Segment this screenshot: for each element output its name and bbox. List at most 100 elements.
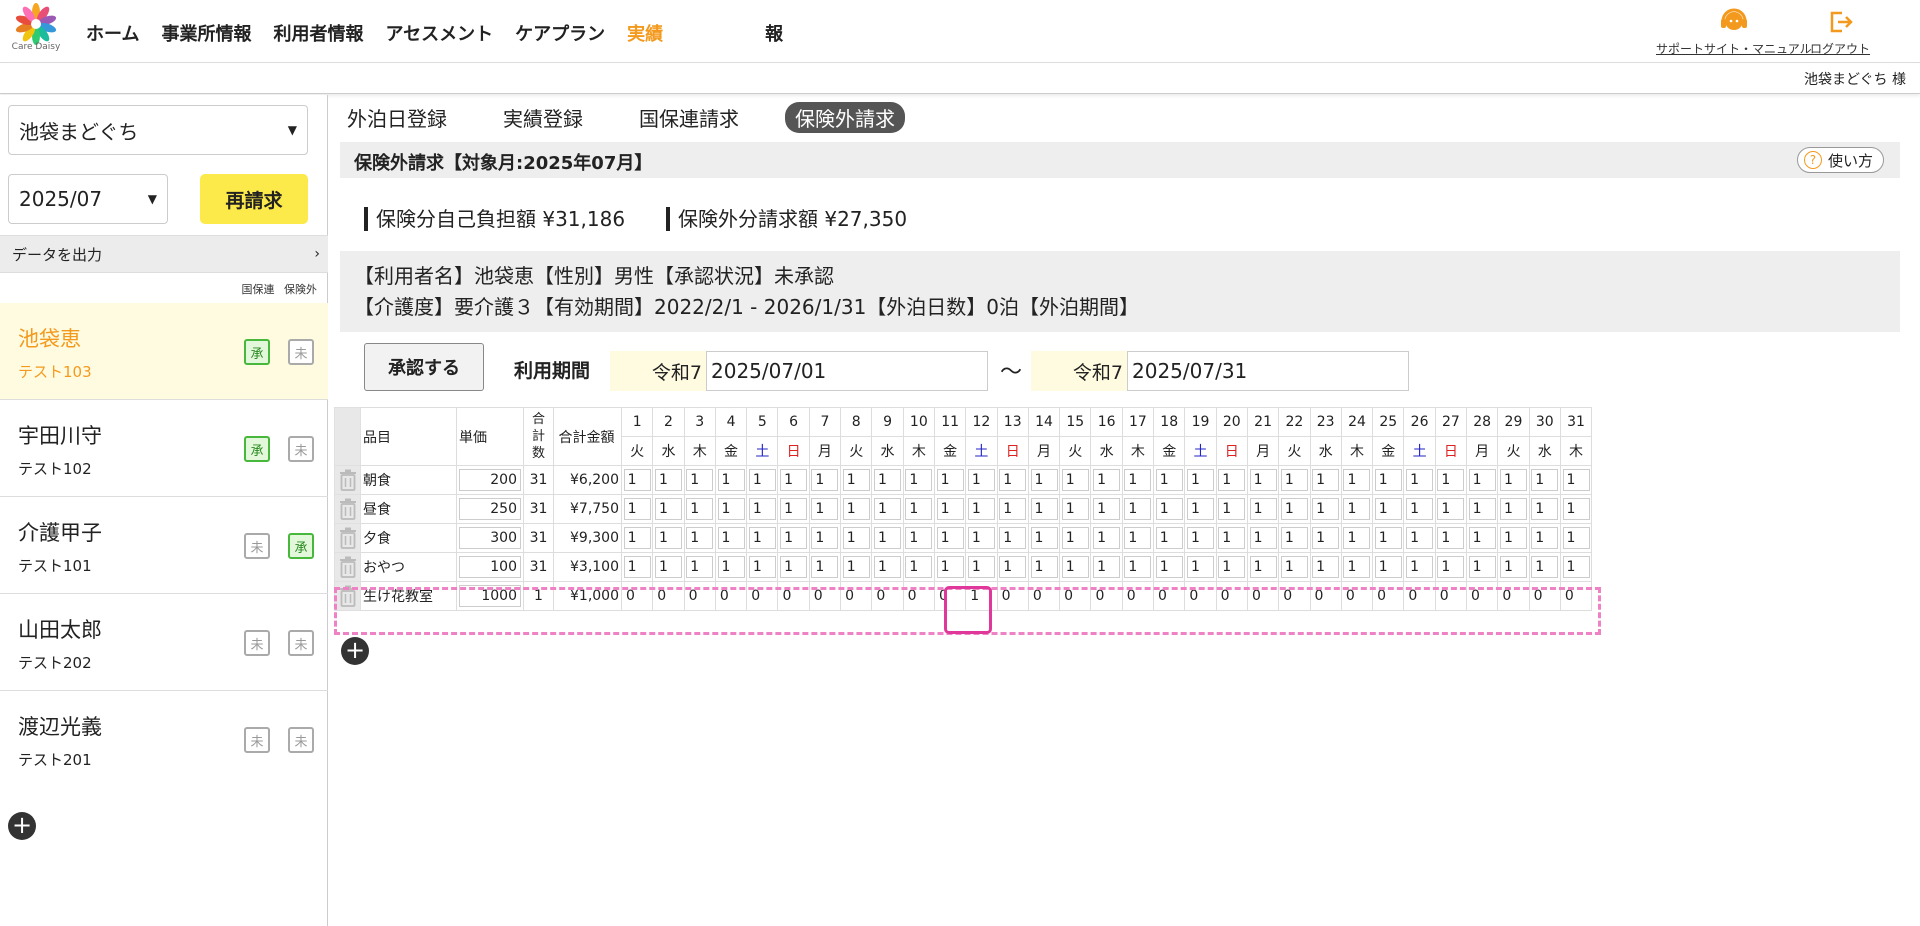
day-value-input[interactable]: 1: [811, 469, 839, 491]
day-cell[interactable]: 1: [1059, 523, 1092, 553]
day-cell[interactable]: 1: [1497, 552, 1530, 582]
day-value-input[interactable]: 1: [1155, 469, 1183, 491]
day-value-input[interactable]: 1: [1280, 527, 1308, 549]
day-cell[interactable]: 1: [1466, 552, 1499, 582]
day-cell[interactable]: 1: [933, 523, 967, 553]
tab-records-register[interactable]: 実績登録: [493, 102, 593, 133]
day-value-input[interactable]: 1: [1218, 556, 1246, 578]
day-value-input[interactable]: 1: [874, 527, 902, 549]
day-cell[interactable]: 1: [1528, 552, 1561, 582]
day-value-input[interactable]: 1: [717, 469, 745, 491]
day-value-input[interactable]: 1: [1249, 527, 1277, 549]
day-value-input[interactable]: 1: [748, 469, 776, 491]
day-cell[interactable]: 0: [1121, 581, 1155, 611]
day-value-input[interactable]: 1: [1343, 498, 1371, 520]
day-value-input[interactable]: 1: [1437, 469, 1465, 491]
day-cell[interactable]: 1: [746, 465, 779, 495]
day-cell[interactable]: 1: [1059, 465, 1092, 495]
day-cell[interactable]: 1: [1027, 465, 1061, 495]
day-cell[interactable]: 0: [1559, 581, 1593, 611]
day-cell[interactable]: 0: [1340, 581, 1374, 611]
day-cell[interactable]: 0: [1090, 581, 1123, 611]
day-value-input[interactable]: 1: [1343, 556, 1371, 578]
day-value-input[interactable]: 1: [1531, 498, 1559, 520]
day-value-input[interactable]: 1: [1093, 527, 1121, 549]
delete-row-cell[interactable]: [334, 523, 361, 553]
day-value-input[interactable]: 1: [748, 498, 776, 520]
day-value-input[interactable]: 1: [623, 556, 651, 578]
day-cell[interactable]: 1: [1466, 465, 1499, 495]
day-cell[interactable]: 1: [620, 552, 654, 582]
day-value-input[interactable]: 1: [1499, 556, 1527, 578]
day-cell[interactable]: 1: [1027, 552, 1061, 582]
day-cell[interactable]: 1: [1340, 494, 1374, 524]
day-value-input[interactable]: 1: [905, 556, 933, 578]
day-cell[interactable]: 1: [1434, 552, 1468, 582]
day-value-input[interactable]: 1: [1280, 556, 1308, 578]
day-cell[interactable]: 0: [1434, 581, 1468, 611]
day-cell[interactable]: 1: [871, 523, 904, 553]
day-cell[interactable]: 1: [1121, 494, 1155, 524]
day-value-input[interactable]: 1: [717, 527, 745, 549]
day-value-input[interactable]: 1: [1030, 469, 1058, 491]
day-cell[interactable]: 1: [1559, 465, 1593, 495]
day-value-input[interactable]: 1: [1030, 527, 1058, 549]
day-cell[interactable]: 1: [808, 523, 842, 553]
day-cell[interactable]: 1: [1434, 494, 1468, 524]
day-cell[interactable]: 1: [683, 552, 716, 582]
day-cell[interactable]: 1: [1372, 494, 1405, 524]
day-value-input[interactable]: 1: [1061, 527, 1089, 549]
day-cell[interactable]: 1: [965, 581, 998, 611]
day-value-input[interactable]: 1: [748, 527, 776, 549]
day-cell[interactable]: 1: [1090, 494, 1123, 524]
unit-price-input[interactable]: 300: [459, 527, 521, 549]
day-cell[interactable]: 1: [1184, 465, 1217, 495]
day-value-input[interactable]: 1: [1406, 527, 1434, 549]
add-person-button[interactable]: +: [8, 812, 36, 840]
day-cell[interactable]: 0: [1246, 581, 1280, 611]
day-value-input[interactable]: 1: [623, 498, 651, 520]
day-value-input[interactable]: 1: [1061, 498, 1089, 520]
day-value-input[interactable]: 1: [1374, 556, 1402, 578]
day-cell[interactable]: 1: [1403, 494, 1436, 524]
day-cell[interactable]: 1: [1246, 552, 1280, 582]
day-value-input[interactable]: 1: [1218, 498, 1246, 520]
day-cell[interactable]: 1: [620, 465, 654, 495]
day-value-input[interactable]: 1: [717, 498, 745, 520]
day-value-input[interactable]: 1: [1249, 556, 1277, 578]
day-value-input[interactable]: 1: [1124, 556, 1152, 578]
day-value-input[interactable]: 1: [1468, 469, 1496, 491]
day-value-input[interactable]: 1: [842, 527, 870, 549]
day-cell[interactable]: 1: [996, 523, 1029, 553]
day-cell[interactable]: 1: [1246, 494, 1280, 524]
reclaim-button[interactable]: 再請求: [200, 174, 308, 224]
day-value-input[interactable]: 1: [1312, 527, 1340, 549]
day-cell[interactable]: 1: [1372, 523, 1405, 553]
day-value-input[interactable]: 1: [686, 527, 714, 549]
day-value-input[interactable]: 1: [842, 556, 870, 578]
day-cell[interactable]: 1: [965, 523, 998, 553]
day-cell[interactable]: 1: [777, 494, 810, 524]
day-value-input[interactable]: 1: [999, 469, 1027, 491]
day-value-input[interactable]: 1: [654, 498, 682, 520]
day-cell[interactable]: 0: [1309, 581, 1342, 611]
day-cell[interactable]: 1: [683, 523, 716, 553]
day-cell[interactable]: 1: [933, 465, 967, 495]
day-cell[interactable]: 1: [871, 552, 904, 582]
nav-office-info[interactable]: 事業所情報: [161, 20, 251, 46]
delete-row-cell[interactable]: [334, 552, 361, 582]
day-cell[interactable]: 0: [1215, 581, 1248, 611]
day-cell[interactable]: 1: [1372, 552, 1405, 582]
day-cell[interactable]: 1: [840, 494, 873, 524]
day-cell[interactable]: 1: [652, 465, 685, 495]
day-value-input[interactable]: 1: [1468, 498, 1496, 520]
day-cell[interactable]: 1: [1184, 523, 1217, 553]
day-cell[interactable]: 0: [840, 581, 873, 611]
support-link[interactable]: サポートサイト・マニュアル: [1656, 8, 1812, 57]
day-value-input[interactable]: 1: [1155, 527, 1183, 549]
day-cell[interactable]: 0: [652, 581, 685, 611]
person-item[interactable]: 介護甲子 テスト101 未 承: [0, 497, 328, 594]
day-cell[interactable]: 1: [1090, 552, 1123, 582]
nav-report[interactable]: 報: [765, 20, 783, 46]
day-value-input[interactable]: 1: [874, 469, 902, 491]
